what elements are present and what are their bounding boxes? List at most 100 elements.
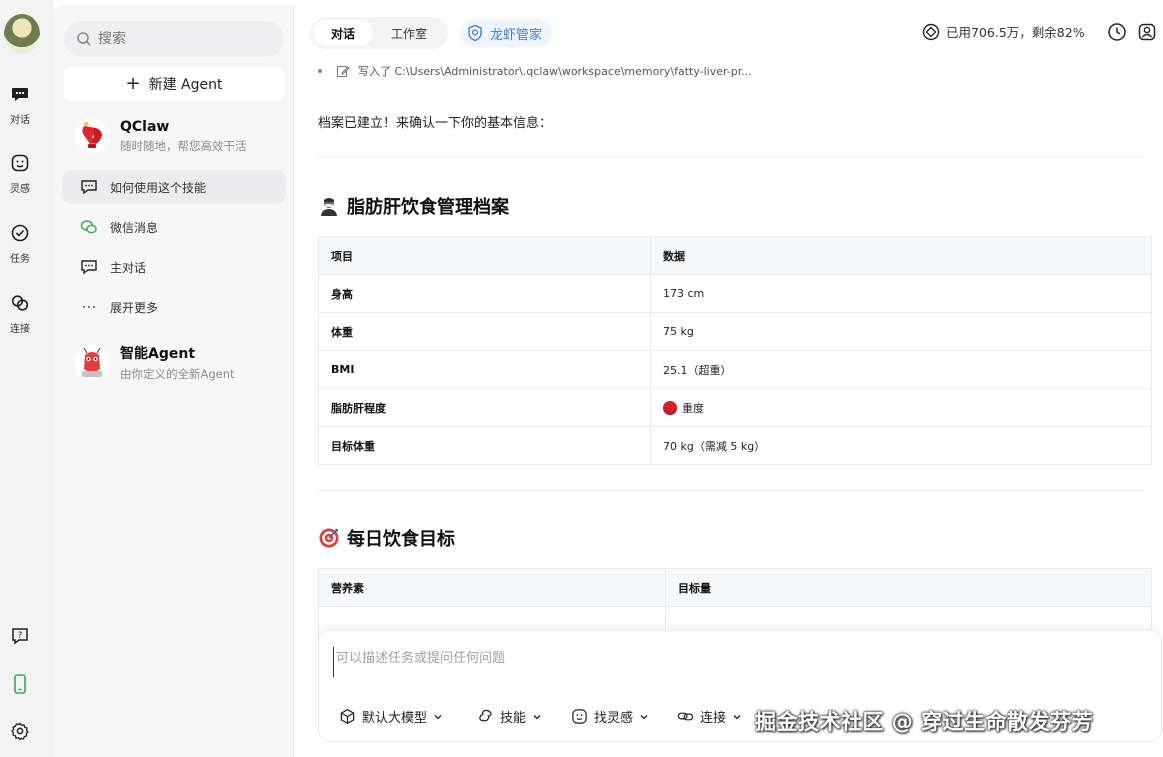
link-icon	[677, 712, 694, 721]
table-cell-key: 目标体重	[318, 426, 651, 465]
sidebar: + 新建 Agent QClaw 随时随地，帮您高效干活 如何使用这个技能 微信…	[54, 5, 294, 757]
new-agent-button[interactable]: + 新建 Agent	[64, 67, 284, 101]
chevron-down-icon	[640, 714, 648, 719]
shield-icon	[468, 24, 482, 42]
skill-icon	[479, 709, 492, 722]
section-title-text: 每日饮食目标	[347, 529, 455, 550]
gear-icon	[11, 722, 29, 741]
chat-bubble-icon	[81, 180, 97, 195]
tool-label: 技能	[500, 711, 527, 726]
chevron-down-icon	[434, 714, 442, 719]
table-cell-key: 脂肪肝程度	[318, 388, 651, 427]
connect-selector[interactable]: 连接	[677, 707, 742, 726]
column-header: 营养素	[318, 568, 666, 607]
svg-text:?: ?	[18, 631, 23, 641]
help-icon: ?	[12, 628, 28, 645]
usage-text: 已用706.5万，剩余82%	[946, 25, 1085, 40]
section-title-text: 脂肪肝饮食管理档案	[347, 197, 509, 218]
user-avatar[interactable]	[4, 14, 40, 54]
assistant-message: 档案已建立！来确认一下你的基本信息：	[318, 116, 553, 131]
agent-smart[interactable]: 智能Agent 由你定义的全新Agent	[74, 343, 235, 382]
agent-subtitle: 随时随地，帮您高效干活	[120, 138, 247, 153]
link-icon	[11, 295, 29, 311]
table-cell-value: 25.1（超重）	[650, 350, 1152, 389]
tool-label: 找灵感	[594, 711, 634, 726]
rail-item-chat[interactable]: 对话	[0, 84, 40, 126]
sidebar-item-main-chat[interactable]: 主对话	[62, 250, 286, 284]
bullet-dot	[318, 69, 322, 73]
usage-indicator[interactable]: 已用706.5万，剩余82%	[922, 22, 1085, 41]
target-emoji-icon	[319, 528, 339, 548]
profile-table: 项目 数据 身高 173 cm 体重 75 kg BMI 25.1（超重） 脂肪…	[318, 236, 1152, 465]
tool-label: 默认大模型	[362, 711, 428, 726]
tab-studio[interactable]: 工作室	[373, 20, 445, 46]
phone-button[interactable]	[0, 673, 40, 699]
left-rail: 对话 灵感 任务 连接 ?	[0, 0, 54, 757]
plus-icon: +	[125, 73, 141, 94]
sidebar-item-expand-more[interactable]: 展开更多	[62, 290, 286, 324]
chat-icon	[12, 88, 28, 101]
inspiration-selector[interactable]: 找灵感	[571, 707, 649, 726]
column-header: 数据	[650, 236, 1152, 275]
chevron-down-icon	[733, 714, 741, 719]
rail-item-link[interactable]: 连接	[0, 293, 40, 335]
table-row: BMI 25.1（超重）	[318, 350, 1152, 389]
table-header-row: 营养素 目标量	[318, 568, 1152, 607]
robot-lobster-avatar-icon	[74, 344, 110, 381]
settings-button[interactable]	[0, 721, 40, 745]
edit-icon	[336, 65, 350, 78]
rail-label: 连接	[10, 324, 30, 335]
search-box[interactable]	[64, 21, 284, 57]
search-icon	[77, 32, 91, 46]
table-row: 脂肪肝程度 重度	[318, 388, 1152, 427]
write-path-text: 写入了 C:\Users\Administrator\.qclaw\worksp…	[358, 65, 752, 78]
severity-text: 重度	[682, 401, 704, 415]
divider	[318, 490, 1144, 491]
model-selector[interactable]: 默认大模型	[339, 707, 443, 726]
rail-item-inspiration[interactable]: 灵感	[0, 153, 40, 195]
search-input[interactable]	[98, 31, 268, 47]
red-circle-icon	[663, 400, 677, 415]
agent-qclaw[interactable]: QClaw 随时随地，帮您高效干活	[74, 118, 247, 154]
table-cell-value: 75 kg	[650, 312, 1152, 351]
cube-icon	[340, 708, 355, 725]
agent-name: 智能Agent	[120, 346, 196, 362]
table-cell-value: 重度	[650, 388, 1152, 427]
table-row: 目标体重 70 kg（需减 5 kg）	[318, 426, 1152, 465]
chevron-down-icon	[533, 714, 541, 719]
table-row: 体重 75 kg	[318, 312, 1152, 351]
help-button[interactable]: ?	[0, 626, 40, 650]
top-bar: 对话 工作室 龙虾管家 已用706.5万，剩余82%	[294, 5, 1163, 59]
table-cell-key: 体重	[318, 312, 651, 351]
table-cell-value: 173 cm	[650, 274, 1152, 313]
tab-chat[interactable]: 对话	[313, 20, 374, 46]
section-title-profile: 脂肪肝饮食管理档案	[318, 193, 509, 219]
more-icon	[83, 306, 95, 308]
column-header: 项目	[318, 236, 651, 275]
table-cell-key: 身高	[318, 274, 651, 313]
divider	[318, 156, 1144, 157]
new-agent-label: 新建 Agent	[148, 77, 223, 93]
agent-name: QClaw	[120, 118, 170, 135]
tool-label: 连接	[700, 711, 727, 726]
phone-icon	[14, 674, 26, 694]
table-cell-value: 70 kg（需减 5 kg）	[650, 426, 1152, 465]
sidebar-item-label: 主对话	[110, 260, 147, 275]
doctor-emoji-icon	[321, 198, 337, 216]
history-icon[interactable]	[1107, 22, 1127, 42]
sidebar-item-how-to-use-skill[interactable]: 如何使用这个技能	[62, 170, 286, 204]
rail-item-task[interactable]: 任务	[0, 223, 40, 265]
task-icon	[11, 224, 29, 242]
sidebar-item-wechat[interactable]: 微信消息	[62, 210, 286, 244]
skills-selector[interactable]: 技能	[477, 707, 542, 726]
table-header-row: 项目 数据	[318, 236, 1152, 275]
lobster-avatar-icon	[74, 118, 110, 154]
sidebar-item-label: 如何使用这个技能	[110, 180, 207, 195]
message-input[interactable]	[333, 647, 1113, 677]
profile-icon[interactable]	[1137, 22, 1157, 42]
chat-bubble-icon	[81, 260, 97, 275]
sidebar-item-label: 微信消息	[110, 220, 159, 235]
rail-label: 灵感	[10, 184, 30, 195]
table-cell-key: BMI	[318, 350, 651, 389]
tab-lobster-butler[interactable]: 龙虾管家	[460, 19, 553, 47]
